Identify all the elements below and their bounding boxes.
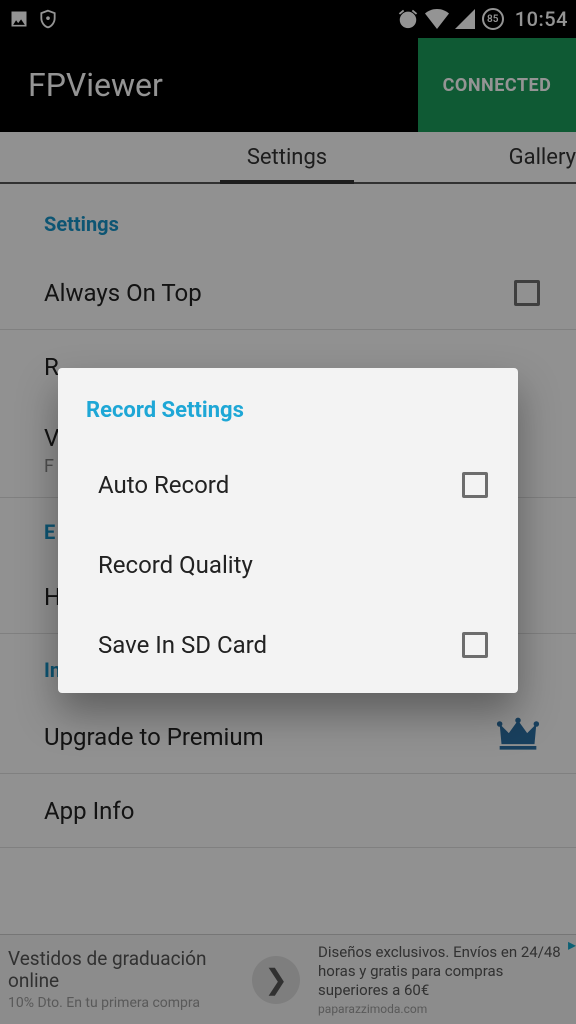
checkbox[interactable] <box>462 632 488 658</box>
dialog-row-label: Save In SD Card <box>98 631 267 659</box>
dialog-title: Record Settings <box>58 368 518 445</box>
dialog-row-save-sd[interactable]: Save In SD Card <box>58 605 518 685</box>
dialog-row-record-quality[interactable]: Record Quality <box>58 525 518 605</box>
record-settings-dialog: Record Settings Auto Record Record Quali… <box>58 368 518 693</box>
dialog-row-auto-record[interactable]: Auto Record <box>58 445 518 525</box>
checkbox[interactable] <box>462 472 488 498</box>
dialog-row-label: Auto Record <box>98 471 229 499</box>
dialog-row-label: Record Quality <box>98 551 253 579</box>
